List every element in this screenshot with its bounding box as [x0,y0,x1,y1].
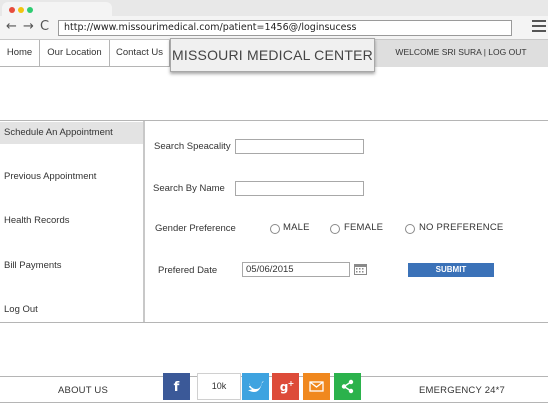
share-icon[interactable] [334,373,361,400]
svg-text:f: f [174,380,180,395]
browser-toolbar: ← → C http://www.missourimedical.com/pat… [0,16,548,40]
submit-button[interactable]: SUBMIT [408,263,494,277]
nav-our-location[interactable]: Our Location [40,40,110,67]
sidebar-item-health-records[interactable]: Health Records [0,210,143,232]
twitter-icon[interactable] [242,373,269,400]
search-name-input[interactable] [235,181,364,196]
window-close-dot[interactable] [9,7,15,13]
svg-text:+: + [288,379,295,388]
reload-icon[interactable]: C [40,19,49,34]
google-plus-icon[interactable]: g + [272,373,299,400]
search-specialty-input[interactable] [235,139,364,154]
sidebar-item-schedule-appointment[interactable]: Schedule An Appointment [0,122,143,144]
preferred-date-input[interactable]: 05/06/2015 [242,262,350,277]
radio-female-label: FEMALE [344,222,384,233]
sidebar-item-log-out[interactable]: Log Out [0,299,143,321]
welcome-logout-bar[interactable]: WELCOME SRI SURA | LOG OUT [374,40,548,67]
share-count: 10k [197,373,241,400]
gender-preference-label: Gender Preference [155,223,236,234]
address-bar[interactable]: http://www.missourimedical.com/patient=1… [58,20,512,36]
footer-about-us[interactable]: ABOUT US [58,377,108,403]
radio-female[interactable] [330,224,340,234]
hamburger-menu-icon[interactable] [532,20,546,34]
forward-arrow-icon[interactable]: → [23,19,34,34]
footer: ABOUT US f 10k g + EMERGENCY 24*7 [0,373,548,403]
sidebar-item-bill-payments[interactable]: Bill Payments [0,255,143,277]
preferred-date-label: Prefered Date [158,265,218,276]
window-maximize-dot[interactable] [27,7,33,13]
sidebar: Schedule An Appointment Previous Appoint… [0,121,145,322]
browser-title-bar [0,0,548,16]
nav-home[interactable]: Home [0,40,40,67]
radio-male[interactable] [270,224,280,234]
back-arrow-icon[interactable]: ← [6,19,17,34]
radio-no-preference-label: NO PREFERENCE [419,222,504,233]
main-content: Schedule An Appointment Previous Appoint… [0,120,548,323]
sidebar-item-previous-appointment[interactable]: Previous Appointment [0,166,143,188]
nav-contact-us[interactable]: Contact Us [110,40,170,67]
facebook-icon[interactable]: f [163,373,190,400]
search-specialty-label: Search Speacality [154,141,231,152]
radio-male-label: MALE [283,222,310,233]
footer-emergency[interactable]: EMERGENCY 24*7 [419,377,505,403]
search-name-label: Search By Name [153,183,225,194]
site-logo: MISSOURI MEDICAL CENTER [170,38,375,72]
calendar-icon[interactable] [354,263,367,275]
window-minimize-dot[interactable] [18,7,24,13]
radio-no-preference[interactable] [405,224,415,234]
email-icon[interactable] [303,373,330,400]
